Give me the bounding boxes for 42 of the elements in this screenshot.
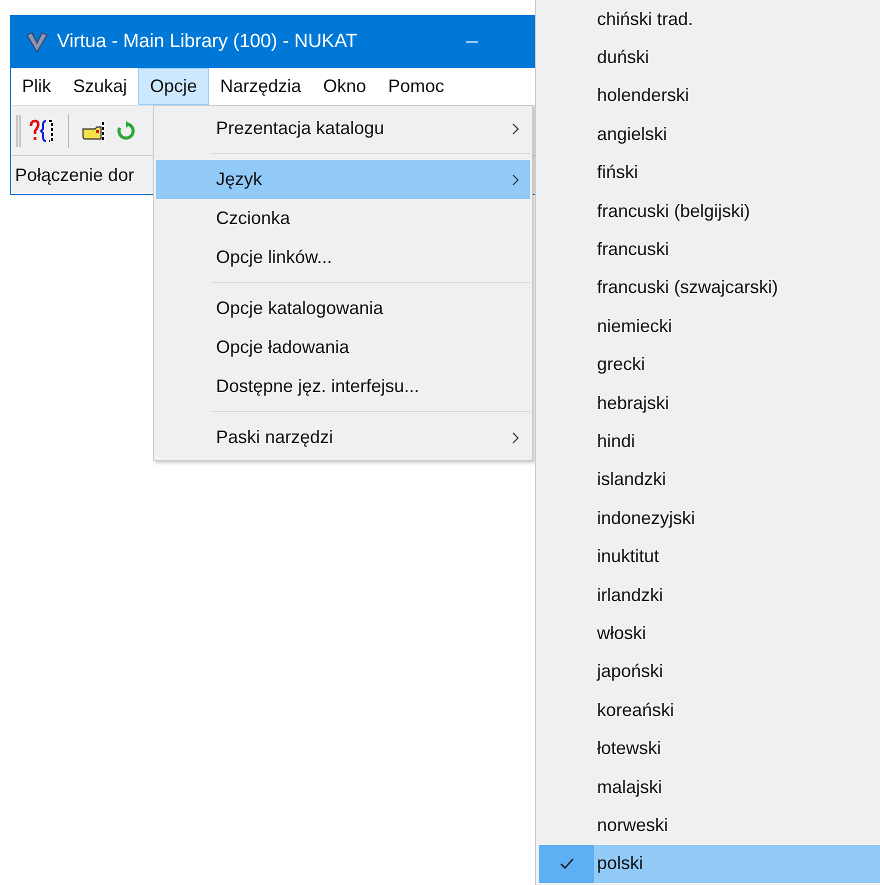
language-menu-item[interactable]: irlandzki bbox=[539, 576, 880, 614]
language-menu-item[interactable]: hindi bbox=[539, 422, 880, 461]
language-menu-item[interactable]: polski bbox=[539, 844, 880, 883]
language-menu-item[interactable]: islandzki bbox=[539, 460, 880, 500]
toolbar-grip-icon[interactable] bbox=[16, 114, 22, 148]
language-menu-item[interactable]: koreański bbox=[539, 691, 880, 730]
menu-bar-item[interactable]: Okno bbox=[312, 68, 378, 105]
menu-bar-item[interactable]: Pomoc bbox=[377, 68, 456, 105]
language-menu-item[interactable]: hebrajski bbox=[539, 384, 880, 422]
menu-item[interactable]: Język bbox=[156, 160, 530, 199]
language-menu-item[interactable]: inuktitut bbox=[539, 537, 880, 576]
menu-item[interactable]: Paski narzędzi bbox=[156, 418, 530, 457]
menu-bar-item[interactable]: Opcje bbox=[138, 68, 210, 105]
menu-item[interactable]: Opcje linków... bbox=[156, 238, 530, 277]
language-menu-item[interactable]: włoski bbox=[539, 614, 880, 653]
menu-bar-item[interactable]: Plik bbox=[11, 68, 62, 105]
menu-item[interactable]: Dostępne jęz. interfejsu... bbox=[156, 367, 530, 406]
menu-item[interactable]: Opcje ładowania bbox=[156, 328, 530, 367]
menu-bar-item[interactable]: Szukaj bbox=[62, 68, 138, 105]
language-menu-item[interactable]: duński bbox=[539, 38, 880, 77]
language-menu-item[interactable]: niemiecki bbox=[539, 307, 880, 346]
language-menu-item[interactable]: norweski bbox=[539, 806, 880, 845]
menu-bar-item[interactable]: Narzędzia bbox=[209, 68, 312, 105]
language-menu-item[interactable]: łotewski bbox=[539, 729, 880, 768]
help-brace-icon[interactable] bbox=[28, 116, 56, 144]
menu-item[interactable]: Czcionka bbox=[156, 199, 530, 238]
language-menu-item[interactable]: francuski bbox=[539, 230, 880, 269]
language-menu-item[interactable]: holenderski bbox=[539, 76, 880, 116]
window-title: Virtua - Main Library (100) - NUKAT bbox=[57, 30, 358, 52]
language-menu-item[interactable]: francuski (belgijski) bbox=[539, 192, 880, 230]
language-menu-item[interactable]: indonezyjski bbox=[539, 499, 880, 538]
language-menu-item[interactable]: chiński trad. bbox=[539, 0, 880, 38]
language-menu-item[interactable]: fiński bbox=[539, 154, 880, 192]
checkmark-logo-icon bbox=[25, 30, 49, 54]
language-menu-item[interactable]: malajski bbox=[539, 768, 880, 806]
language-menu-item[interactable]: grecki bbox=[539, 346, 880, 384]
status-text: Połączenie dor bbox=[15, 164, 134, 186]
menu-item[interactable]: Opcje katalogowania bbox=[156, 289, 530, 328]
menu-item[interactable]: Prezentacja katalogu bbox=[156, 109, 530, 148]
language-menu-item[interactable]: francuski (szwajcarski) bbox=[539, 268, 880, 308]
language-menu-item[interactable]: japoński bbox=[539, 652, 880, 692]
language-menu-item[interactable]: angielski bbox=[539, 115, 880, 154]
